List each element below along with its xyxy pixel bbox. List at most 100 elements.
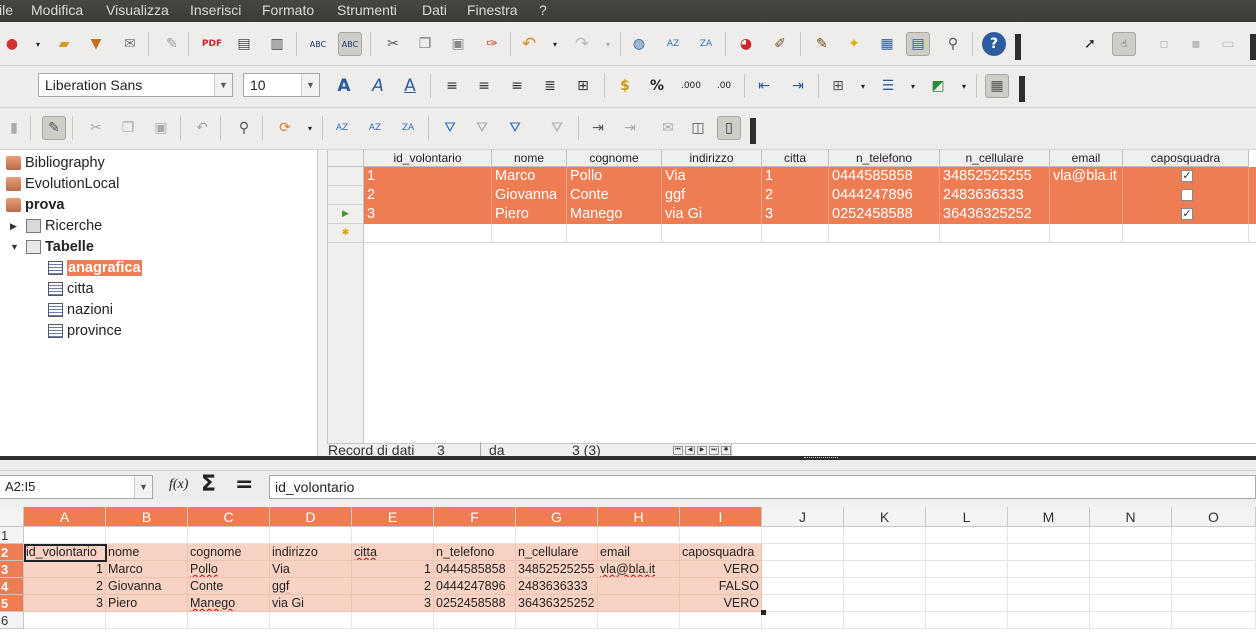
explorer-on-off-icon[interactable]: ▯ (717, 116, 741, 140)
column-header[interactable]: F (434, 507, 516, 527)
data-source-current-icon[interactable]: ◫ (686, 116, 710, 140)
checkbox[interactable] (1181, 189, 1193, 201)
grid-column-header[interactable]: id_volontario (364, 150, 492, 167)
sheet-cell[interactable]: 2483636333 (516, 578, 598, 595)
column-header[interactable]: E (352, 507, 434, 527)
sheet-cell[interactable]: 1 (24, 561, 106, 578)
sheet-cell[interactable] (270, 612, 352, 629)
grid-cell[interactable]: Marco (492, 167, 567, 186)
sheet-cell[interactable]: 1 (352, 561, 434, 578)
redo-icon[interactable]: ↷ (570, 32, 594, 56)
data-sources-icon[interactable]: ▤ (906, 32, 930, 56)
borders-dropdown-icon[interactable]: ▾ (851, 74, 875, 98)
autospellcheck-icon[interactable]: ABC (338, 32, 362, 56)
mail-merge-icon[interactable]: ✉ (656, 116, 680, 140)
clone-formatting-icon[interactable]: ✑ (480, 32, 504, 56)
sheet-cell[interactable]: 0444247896 (434, 578, 516, 595)
standard-format-icon[interactable]: .000 (679, 74, 703, 98)
tree-item-ricerche[interactable]: ▶ Ricerche (10, 216, 102, 236)
sheet-cell[interactable]: 2 (24, 578, 106, 595)
sheet-cell[interactable]: Marco (106, 561, 188, 578)
grid-cell[interactable] (1050, 224, 1123, 243)
function-icon[interactable]: = (235, 472, 253, 497)
row-header[interactable]: 6 (0, 612, 24, 629)
background-color-dropdown-icon[interactable]: ▾ (952, 74, 976, 98)
grid-cell[interactable] (567, 224, 662, 243)
sheet-cell[interactable] (516, 612, 598, 629)
sheet-cell[interactable] (1008, 595, 1090, 612)
sheet-cell[interactable] (1172, 578, 1256, 595)
design-mode-icon[interactable]: ☝ (1112, 32, 1136, 56)
sheet-cell[interactable]: VERO (680, 561, 762, 578)
sheet-cell[interactable] (270, 527, 352, 544)
grid-cell[interactable]: 34852525255 (940, 167, 1050, 186)
sheet-cell[interactable] (352, 527, 434, 544)
undo-icon[interactable]: ↶ (517, 32, 541, 56)
current-row-marker[interactable]: ▶ (328, 205, 364, 224)
cut-icon[interactable]: ✂ (381, 32, 405, 56)
column-header[interactable]: G (516, 507, 598, 527)
autofilter-icon[interactable]: ⛛ (438, 116, 462, 140)
row-header[interactable]: 3 (0, 561, 24, 578)
sort-icon[interactable]: AZ (330, 116, 354, 140)
sheet-cell[interactable] (1008, 544, 1090, 561)
toolbar-overflow-grip[interactable] (1250, 34, 1256, 60)
sheet-cell[interactable] (1008, 578, 1090, 595)
sheet-cell[interactable] (762, 612, 844, 629)
grid-row[interactable]: 2 Giovanna Conte ggf 2 0444247896 248363… (328, 186, 1256, 205)
menu-dati[interactable]: Dati (422, 2, 447, 18)
sheet-cell[interactable]: Conte (188, 578, 270, 595)
column-header[interactable]: M (1008, 507, 1090, 527)
sheet-cell[interactable]: 34852525255 (516, 561, 598, 578)
column-header[interactable]: J (762, 507, 844, 527)
column-header[interactable]: L (926, 507, 1008, 527)
italic-icon[interactable]: A (366, 74, 390, 98)
sheet-cell[interactable] (1172, 595, 1256, 612)
grid-cell[interactable]: 0444247896 (829, 186, 940, 205)
sheet-cell[interactable] (1172, 527, 1256, 544)
sheet-cell[interactable] (598, 595, 680, 612)
sheet-cell[interactable] (1172, 561, 1256, 578)
new-record-icon[interactable]: ✱ (721, 446, 731, 455)
row-header[interactable]: 4 (0, 578, 24, 595)
next-record-icon[interactable]: ▶ (697, 446, 707, 455)
sheet-cell[interactable] (1008, 612, 1090, 629)
grid-row[interactable]: 1 Marco Pollo Via 1 0444585858 348525252… (328, 167, 1256, 186)
decrease-indent-icon[interactable]: ⇤ (752, 74, 776, 98)
grid-cell[interactable] (1050, 186, 1123, 205)
chart-icon[interactable]: ◕ (734, 32, 758, 56)
chevron-down-icon[interactable]: ▼ (214, 74, 232, 96)
first-record-icon[interactable]: ⏮ (673, 446, 683, 455)
sheet-cell[interactable]: 2 (352, 578, 434, 595)
sheet-cell[interactable]: citta (352, 544, 434, 561)
sheet-cell[interactable] (106, 612, 188, 629)
align-center-icon[interactable]: ≡ (472, 74, 496, 98)
grid-cell[interactable]: 1 (364, 167, 492, 186)
merge-cells-icon[interactable]: ⊞ (571, 74, 595, 98)
column-header[interactable]: B (106, 507, 188, 527)
grid-cell[interactable] (829, 224, 940, 243)
grid-cell[interactable]: 2 (762, 186, 829, 205)
grid-cell[interactable]: 2483636333 (940, 186, 1050, 205)
sheet-cell[interactable]: FALSO (680, 578, 762, 595)
paste-record-icon[interactable]: ▣ (149, 116, 173, 140)
column-header[interactable]: K (844, 507, 926, 527)
row-header[interactable]: 1 (0, 527, 24, 544)
row-header[interactable]: 5 (0, 595, 24, 612)
save-record-icon[interactable]: ▮ (2, 116, 26, 140)
row-header[interactable] (328, 186, 364, 205)
grid-column-header[interactable]: n_cellulare (940, 150, 1050, 167)
underline-icon[interactable]: A (398, 74, 422, 98)
tree-item-prova[interactable]: prova (6, 195, 65, 215)
sheet-cell[interactable] (516, 527, 598, 544)
menu-finestra[interactable]: Finestra (467, 2, 518, 18)
grid-cell[interactable]: Piero (492, 205, 567, 224)
tree-item-tabelle[interactable]: ▼ Tabelle (10, 237, 94, 257)
activation-order-icon[interactable]: ▭ (1216, 32, 1240, 56)
sheet-cell[interactable] (1008, 527, 1090, 544)
grid-column-header[interactable]: n_telefono (829, 150, 940, 167)
grid-column-header[interactable]: email (1050, 150, 1123, 167)
sheet-cell[interactable] (1090, 527, 1172, 544)
grid-cell[interactable] (762, 224, 829, 243)
sheet-cell[interactable] (1090, 544, 1172, 561)
